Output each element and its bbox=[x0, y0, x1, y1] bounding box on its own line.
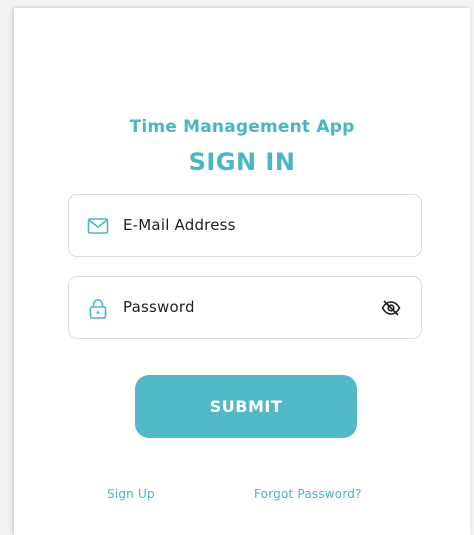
login-screen: Time Management App SIGN IN E-Mail Addre… bbox=[14, 8, 470, 535]
eye-off-icon[interactable] bbox=[381, 299, 401, 317]
sign-up-link[interactable]: Sign Up bbox=[107, 487, 155, 501]
email-field-placeholder: E-Mail Address bbox=[123, 216, 236, 234]
forgot-password-link[interactable]: Forgot Password? bbox=[254, 487, 362, 501]
app-title: Time Management App bbox=[129, 117, 355, 137]
lock-icon bbox=[87, 299, 109, 319]
sign-in-heading: SIGN IN bbox=[188, 148, 296, 176]
submit-button[interactable]: SUBMIT bbox=[135, 375, 357, 438]
email-field[interactable]: E-Mail Address bbox=[68, 194, 422, 257]
mail-icon bbox=[87, 217, 109, 235]
password-field[interactable]: Password bbox=[68, 276, 422, 339]
password-field-placeholder: Password bbox=[123, 298, 195, 316]
